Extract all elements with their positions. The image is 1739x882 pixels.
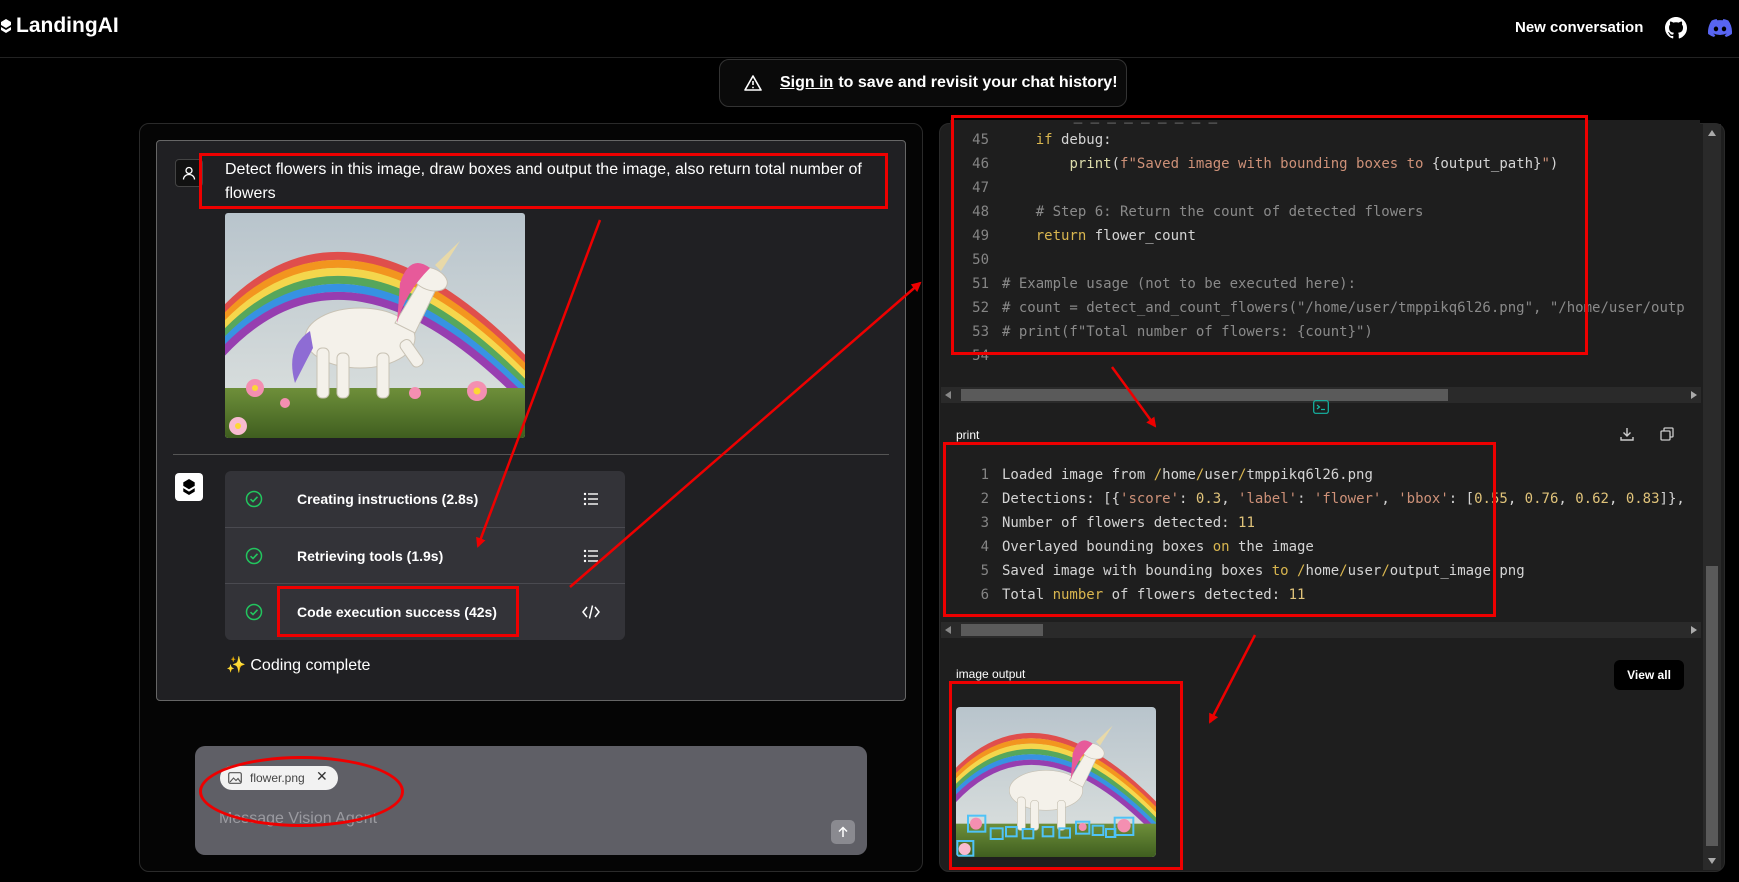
terminal-icon[interactable] xyxy=(1313,400,1329,414)
check-circle-icon xyxy=(245,490,263,508)
print-horizontal-scrollbar[interactable] xyxy=(941,622,1701,638)
list-icon[interactable] xyxy=(582,547,600,565)
landingai-logo-icon xyxy=(1,19,11,33)
scroll-thumb[interactable] xyxy=(1706,566,1718,846)
agent-avatar xyxy=(175,473,203,501)
signin-banner: Sign in to save and revisit your chat hi… xyxy=(719,59,1127,107)
annotation-box-user-message xyxy=(199,153,888,209)
scroll-up-icon[interactable] xyxy=(1708,130,1716,136)
logo-text: LandingAI xyxy=(16,14,119,37)
annotation-box-code xyxy=(951,115,1588,355)
check-circle-icon xyxy=(245,603,263,621)
logo[interactable]: LandingAI xyxy=(0,14,119,38)
scroll-left-icon[interactable] xyxy=(945,391,951,399)
scroll-down-icon[interactable] xyxy=(1708,858,1716,864)
check-circle-icon xyxy=(245,547,263,565)
arrow-up-icon xyxy=(838,826,848,837)
annotation-box-code-execution xyxy=(277,586,519,637)
coding-complete-text: ✨ Coding complete xyxy=(226,657,371,674)
landingai-logo-icon xyxy=(183,479,195,495)
scroll-right-icon[interactable] xyxy=(1691,391,1697,399)
step-retrieving-tools[interactable]: Retrieving tools (1.9s) xyxy=(225,527,625,583)
top-bar: LandingAI New conversation xyxy=(0,0,1739,58)
annotation-ellipse-attachment xyxy=(199,756,404,827)
annotation-box-print xyxy=(943,442,1496,617)
image-output-label: image output xyxy=(956,667,1026,681)
warning-icon xyxy=(744,75,762,91)
scroll-thumb[interactable] xyxy=(961,624,1043,636)
annotation-box-image-output xyxy=(949,681,1183,870)
download-icon[interactable] xyxy=(1619,426,1635,442)
scroll-left-icon[interactable] xyxy=(945,626,951,634)
github-icon[interactable] xyxy=(1665,17,1687,39)
user-icon xyxy=(182,166,196,180)
scroll-thumb[interactable] xyxy=(961,389,1448,401)
step-label: Creating instructions (2.8s) xyxy=(297,491,479,507)
signin-link[interactable]: Sign in xyxy=(780,74,833,92)
step-label: Retrieving tools (1.9s) xyxy=(297,547,444,564)
code-icon[interactable] xyxy=(582,603,600,621)
output-vertical-scrollbar[interactable] xyxy=(1703,124,1721,870)
unicorn-image xyxy=(225,213,525,438)
uploaded-image[interactable] xyxy=(225,213,525,438)
scroll-right-icon[interactable] xyxy=(1691,626,1697,634)
print-label: print xyxy=(956,428,980,442)
step-creating-instructions[interactable]: Creating instructions (2.8s) xyxy=(225,471,625,527)
copy-icon[interactable] xyxy=(1659,426,1675,442)
signin-banner-text: to save and revisit your chat history! xyxy=(838,74,1118,91)
new-conversation-button[interactable]: New conversation xyxy=(1515,19,1643,36)
discord-icon[interactable] xyxy=(1708,17,1732,39)
view-all-button[interactable]: View all xyxy=(1614,660,1684,690)
send-button[interactable] xyxy=(831,820,855,844)
list-icon[interactable] xyxy=(582,490,600,508)
message-divider xyxy=(173,454,889,455)
